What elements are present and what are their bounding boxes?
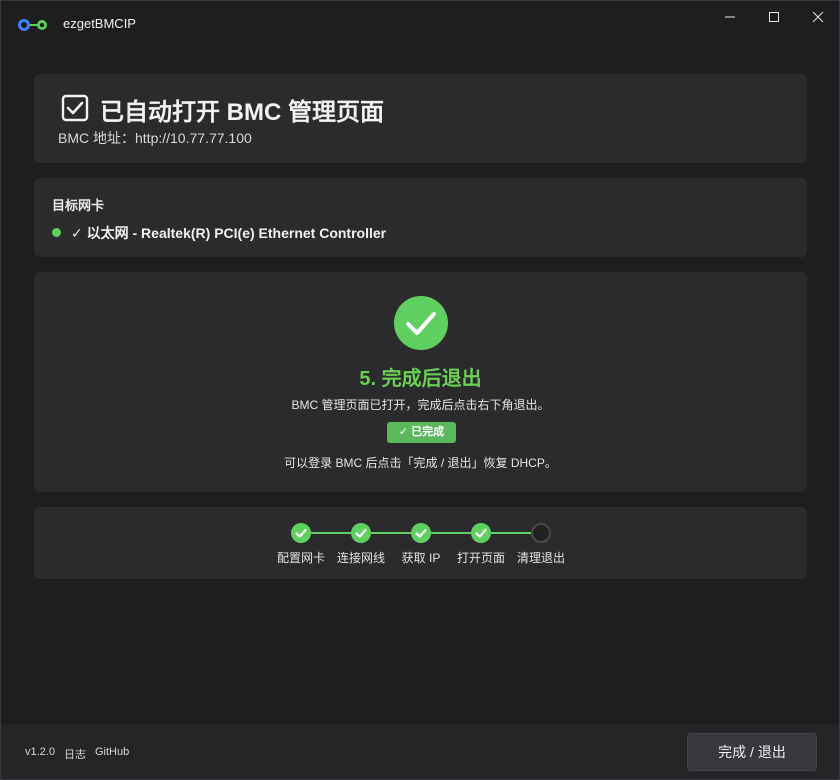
nic-card: 目标网卡 ✓ 以太网 - Realtek(R) PCI(e) Ethernet …	[34, 178, 807, 257]
github-link[interactable]: GitHub	[95, 746, 129, 758]
step-label: 清理退出	[516, 551, 565, 565]
maximize-icon	[769, 12, 779, 22]
step-node-done	[471, 523, 491, 543]
step-connector	[311, 532, 351, 534]
progress-stepper: 配置网卡 连接网线 获取 IP 打开页面 清理退出	[34, 507, 807, 579]
step-node-pending	[531, 523, 551, 543]
step-node-done	[411, 523, 431, 543]
step-check-icon	[295, 528, 307, 538]
version-label: v1.2.0	[25, 746, 55, 758]
checkbox-icon	[61, 94, 89, 122]
step-check-icon	[415, 528, 427, 538]
step-node-done	[291, 523, 311, 543]
step-status-card: 5. 完成后退出 BMC 管理页面已打开，完成后点击右下角退出。 ✓ 已完成 可…	[34, 272, 807, 492]
bmc-address: BMC 地址：http://10.77.77.100	[58, 130, 252, 146]
step-node-done	[351, 523, 371, 543]
app-title: ezgetBMCIP	[63, 16, 136, 31]
step-hint: 可以登录 BMC 后点击「完成 / 退出」恢复 DHCP。	[284, 456, 557, 470]
status-badge: ✓ 已完成	[387, 422, 456, 443]
close-icon	[812, 11, 824, 23]
app-logo-icon	[18, 19, 47, 31]
finish-exit-button[interactable]: 完成 / 退出	[687, 733, 817, 771]
step-connector	[371, 532, 411, 534]
footer-bar: v1.2.0 日志 GitHub 完成 / 退出	[1, 724, 839, 779]
header-card: 已自动打开 BMC 管理页面 BMC 地址：http://10.77.77.10…	[34, 74, 807, 163]
title-bar: ezgetBMCIP	[1, 1, 839, 47]
step-description: BMC 管理页面已打开，完成后点击右下角退出。	[291, 398, 550, 412]
page-title: 已自动打开 BMC 管理页面	[100, 99, 384, 126]
progress-stepper-card: 配置网卡 连接网线 获取 IP 打开页面 清理退出	[34, 507, 807, 579]
step-connector	[431, 532, 471, 534]
step-connector	[491, 532, 531, 534]
minimize-button[interactable]	[707, 1, 753, 33]
nic-name: ✓ 以太网 - Realtek(R) PCI(e) Ethernet Contr…	[71, 225, 387, 241]
minimize-icon	[725, 16, 735, 18]
nic-status-dot	[52, 228, 61, 237]
success-check-icon	[394, 296, 448, 350]
close-button[interactable]	[795, 1, 840, 33]
step-check-icon	[475, 528, 487, 538]
log-link[interactable]: 日志	[64, 746, 86, 762]
maximize-button[interactable]	[751, 1, 797, 33]
step-check-icon	[355, 528, 367, 538]
nic-section-label: 目标网卡	[52, 198, 105, 213]
app-window: ezgetBMCIP 已自动打开 BMC 管理页面 BMC 地址：http://…	[0, 0, 840, 780]
step-title: 5. 完成后退出	[359, 368, 482, 390]
